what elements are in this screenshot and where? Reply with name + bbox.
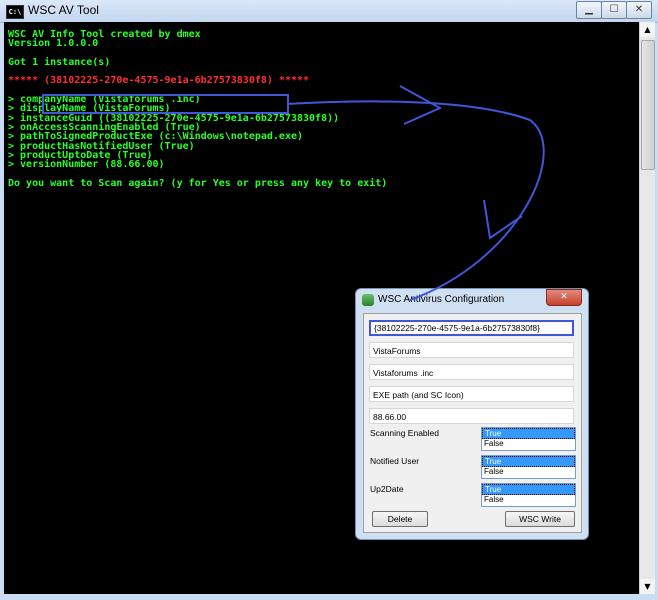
scroll-up-icon[interactable]: ▲	[640, 22, 655, 37]
shield-icon	[362, 294, 374, 306]
dialog-titlebar[interactable]: WSC Antivirus Configuration ✕	[356, 289, 588, 311]
delete-button[interactable]: Delete	[372, 511, 428, 527]
wsc-config-dialog: WSC Antivirus Configuration ✕ {38102225-…	[355, 288, 589, 540]
console-line: Do you want to Scan again? (y for Yes or…	[8, 177, 388, 189]
scrollbar-thumb[interactable]	[641, 40, 655, 170]
window-controls: ▁ ☐ ✕	[576, 1, 652, 19]
scanning-enabled-list[interactable]: True False	[481, 427, 576, 451]
company-field[interactable]: Vistaforums .inc	[369, 364, 574, 380]
list-option[interactable]: True	[482, 484, 575, 495]
wsc-write-button[interactable]: WSC Write	[505, 511, 575, 527]
list-option[interactable]: False	[482, 495, 575, 505]
minimize-icon[interactable]: ▁	[576, 1, 602, 19]
notified-user-list[interactable]: True False	[481, 455, 576, 479]
guid-field[interactable]: {38102225-270e-4575-9e1a-6b27573830f8}	[369, 320, 574, 336]
exe-path-field[interactable]: EXE path (and SC Icon)	[369, 386, 574, 402]
console-line: ***** (38102225-270e-4575-9e1a-6b2757383…	[8, 75, 310, 87]
console-line: Version 1.0.0.0	[8, 38, 99, 50]
scroll-down-icon[interactable]: ▼	[640, 579, 655, 594]
maximize-icon[interactable]: ☐	[601, 1, 627, 19]
console-app-icon: C:\	[6, 5, 24, 19]
list-option[interactable]: False	[482, 439, 575, 449]
list-option[interactable]: False	[482, 467, 575, 477]
up2date-label: Up2Date	[370, 484, 404, 494]
dialog-title: WSC Antivirus Configuration	[378, 294, 505, 305]
list-option[interactable]: True	[482, 428, 575, 439]
close-icon[interactable]: ✕	[626, 1, 652, 19]
notified-user-label: Notified User	[370, 456, 420, 466]
console-titlebar[interactable]: C:\ WSC AV Tool ▁ ☐ ✕	[0, 0, 658, 23]
guid-highlight-box	[42, 94, 289, 114]
console-window-title: WSC AV Tool	[28, 3, 99, 17]
up2date-list[interactable]: True False	[481, 483, 576, 507]
console-line: Got 1 instance(s)	[8, 56, 111, 68]
display-name-field[interactable]: VistaForums	[369, 342, 574, 358]
console-scrollbar[interactable]: ▲ ▼	[639, 22, 655, 594]
list-option[interactable]: True	[482, 456, 575, 467]
scanning-enabled-label: Scanning Enabled	[370, 428, 440, 438]
version-field[interactable]: 88.66.00	[369, 408, 574, 424]
console-line: > versionNumber (88.66.00)	[8, 159, 165, 171]
dialog-close-icon[interactable]: ✕	[546, 289, 582, 306]
dialog-client-area: {38102225-270e-4575-9e1a-6b27573830f8} V…	[363, 313, 582, 533]
window-bottom-border	[0, 594, 658, 600]
